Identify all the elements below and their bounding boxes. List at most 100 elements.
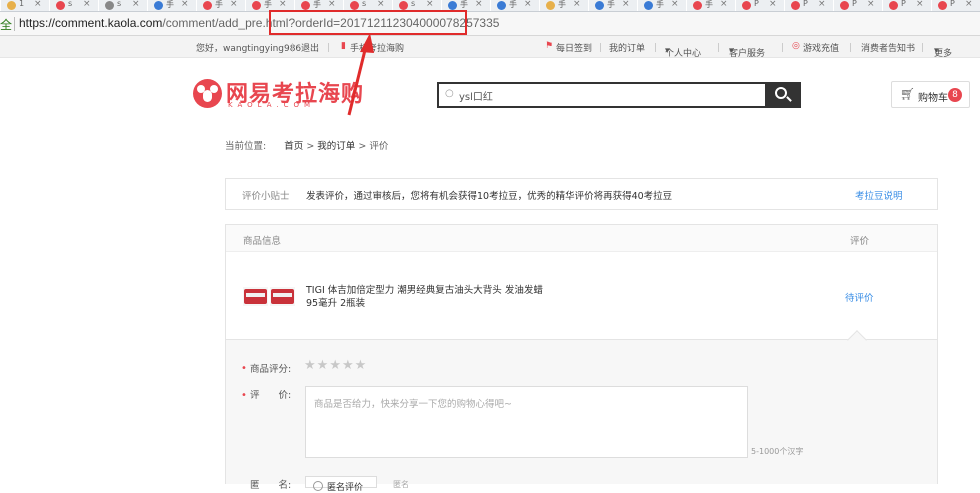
- close-icon[interactable]: ×: [965, 0, 973, 9]
- address-bar[interactable]: 全 https://comment.kaola.com/comment/add_…: [0, 12, 980, 36]
- browser-tab[interactable]: P ×: [833, 0, 883, 11]
- flag-icon: ⚑: [545, 41, 554, 51]
- close-icon[interactable]: ×: [181, 0, 189, 9]
- close-icon[interactable]: ×: [524, 0, 532, 9]
- tab-title: P: [901, 0, 906, 8]
- radio-icon[interactable]: [313, 481, 323, 491]
- checkin-link[interactable]: 每日签到: [556, 41, 592, 54]
- nav-divider: [718, 43, 719, 52]
- breadcrumb-orders[interactable]: 我的订单: [317, 141, 355, 152]
- browser-tab[interactable]: s ×: [98, 0, 148, 11]
- search-input[interactable]: ysl口红: [459, 88, 493, 103]
- rating-label: 商品评分:: [250, 364, 292, 375]
- close-icon[interactable]: ×: [34, 0, 42, 9]
- tab-favicon-icon: [938, 1, 947, 10]
- anonymous-option[interactable]: 匿名评价: [305, 476, 377, 493]
- browser-tab[interactable]: 手 ×: [588, 0, 638, 11]
- tab-favicon-icon: [595, 1, 604, 10]
- my-orders-link[interactable]: 我的订单: [609, 41, 645, 54]
- anonymous-label: 匿 名:: [250, 480, 292, 491]
- mobile-app-link[interactable]: 手机考拉海购: [350, 41, 404, 54]
- tab-favicon-icon: [399, 1, 408, 10]
- personal-center-label: 个人中心: [665, 49, 702, 59]
- close-icon[interactable]: ×: [426, 0, 434, 9]
- breadcrumb-home[interactable]: 首页: [284, 141, 303, 152]
- search-small-icon: ○: [445, 88, 454, 99]
- close-icon[interactable]: ×: [769, 0, 777, 9]
- tab-title: P: [852, 0, 857, 8]
- gamepad-icon: ◎: [792, 41, 800, 51]
- browser-tab[interactable]: 手 ×: [686, 0, 736, 11]
- star-icon[interactable]: ★: [355, 358, 367, 373]
- product-image[interactable]: [243, 287, 268, 306]
- close-icon[interactable]: ×: [671, 0, 679, 9]
- close-icon[interactable]: ×: [867, 0, 875, 9]
- browser-tab[interactable]: 手 ×: [196, 0, 246, 11]
- star-icon[interactable]: ★: [342, 358, 354, 373]
- product-name[interactable]: TIGI 体吉加倍定型力 潮男经典复古油头大背头 发油发蜡 95毫升 2瓶装: [306, 284, 546, 310]
- tab-favicon-icon: [56, 1, 65, 10]
- cart-button[interactable]: 🛒︎ 购物车 8: [891, 81, 970, 108]
- breadcrumb-prefix: 当前位置:: [225, 141, 267, 152]
- close-icon[interactable]: ×: [720, 0, 728, 9]
- star-rating[interactable]: ★★★★★: [304, 358, 367, 373]
- browser-tab[interactable]: P ×: [735, 0, 785, 11]
- close-icon[interactable]: ×: [328, 0, 336, 9]
- table-header: 商品信息 评价: [226, 225, 937, 252]
- search-box[interactable]: ○ ysl口红: [437, 82, 801, 108]
- tab-title: 手: [558, 0, 566, 9]
- close-icon[interactable]: ×: [818, 0, 826, 9]
- cart-label: 购物车: [918, 93, 948, 104]
- game-recharge-link[interactable]: 游戏充值: [803, 41, 839, 54]
- close-icon[interactable]: ×: [916, 0, 924, 9]
- tab-favicon-icon: [154, 1, 163, 10]
- tab-favicon-icon: [546, 1, 555, 10]
- tab-favicon-icon: [742, 1, 751, 10]
- review-tip-box: 评价小贴士 发表评价，通过审核后，您将有机会获得10考拉豆，优秀的精华评价将再获…: [225, 178, 938, 210]
- review-status-link[interactable]: 待评价: [845, 290, 874, 304]
- close-icon[interactable]: ×: [622, 0, 630, 9]
- search-icon-handle: [786, 96, 792, 102]
- close-icon[interactable]: ×: [279, 0, 287, 9]
- cart-icon: 🛒︎: [900, 87, 916, 101]
- logout-link[interactable]: 退出: [301, 41, 319, 54]
- close-icon[interactable]: ×: [83, 0, 91, 9]
- tab-title: 手: [607, 0, 615, 9]
- tab-favicon-icon: [105, 1, 114, 10]
- nav-divider: [850, 43, 851, 52]
- browser-tab[interactable]: s ×: [49, 0, 99, 11]
- koala-logo-icon[interactable]: [193, 79, 222, 108]
- tab-title: 手: [264, 0, 272, 9]
- star-icon[interactable]: ★: [329, 358, 341, 373]
- tab-title: 手: [215, 0, 223, 9]
- kaola-bean-info-link[interactable]: 考拉豆说明: [855, 188, 903, 202]
- close-icon[interactable]: ×: [132, 0, 140, 9]
- logo-subtitle: KAOLA.COM: [228, 101, 316, 109]
- consumer-notice-link[interactable]: 消费者告知书: [861, 41, 915, 54]
- close-icon[interactable]: ×: [377, 0, 385, 9]
- nav-divider: [922, 43, 923, 52]
- star-icon[interactable]: ★: [317, 358, 329, 373]
- tab-title: 手: [509, 0, 517, 9]
- char-limit-hint: 5-1000个汉字: [751, 447, 804, 456]
- search-button[interactable]: [765, 82, 801, 108]
- browser-tab[interactable]: P ×: [931, 0, 980, 11]
- browser-tab[interactable]: 1 ×: [0, 0, 50, 11]
- close-icon[interactable]: ×: [230, 0, 238, 9]
- browser-tab[interactable]: P ×: [882, 0, 932, 11]
- browser-tab[interactable]: P ×: [784, 0, 834, 11]
- browser-tab[interactable]: 手 ×: [490, 0, 540, 11]
- security-indicator[interactable]: 全: [0, 16, 12, 33]
- product-image[interactable]: [270, 287, 295, 306]
- browser-tab[interactable]: 手 ×: [637, 0, 687, 11]
- review-textarea[interactable]: 商品是否给力，快来分享一下您的购物心得吧~: [305, 386, 748, 458]
- tab-favicon-icon: [448, 1, 457, 10]
- browser-tab[interactable]: 手 ×: [539, 0, 589, 11]
- star-icon[interactable]: ★: [304, 358, 316, 373]
- tab-title: 手: [656, 0, 664, 9]
- url-highlight-box: [269, 10, 467, 35]
- close-icon[interactable]: ×: [573, 0, 581, 9]
- browser-tab[interactable]: 手 ×: [147, 0, 197, 11]
- close-icon[interactable]: ×: [475, 0, 483, 9]
- tab-title: 手: [460, 0, 468, 9]
